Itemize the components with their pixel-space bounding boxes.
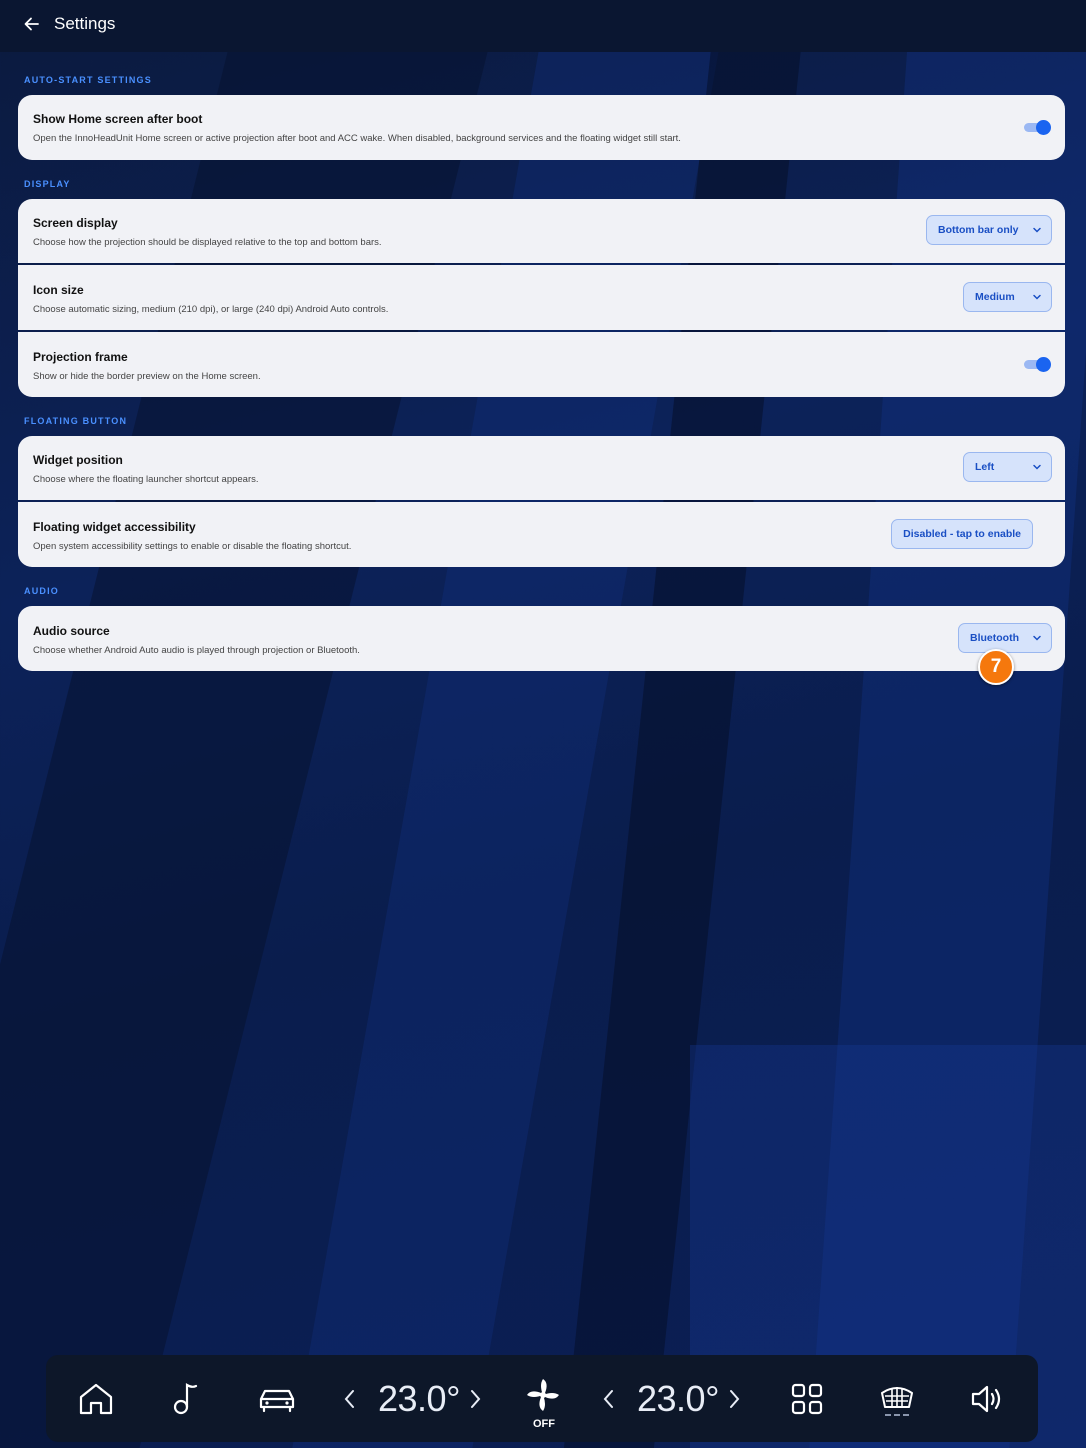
bottom-dock: 23.0° OFF 23.0° xyxy=(46,1355,1038,1442)
dropdown-value: Bluetooth xyxy=(970,632,1019,644)
apps-grid-icon[interactable] xyxy=(787,1379,827,1419)
driver-temperature: 23.0° xyxy=(378,1378,460,1419)
projection-frame-toggle[interactable] xyxy=(1024,357,1051,372)
display-group: Screen display Choose how the projection… xyxy=(18,199,1065,397)
audio-source-dropdown[interactable]: Bluetooth xyxy=(958,623,1052,653)
section-title-floating-button: FLOATING BUTTON xyxy=(24,416,128,426)
toggle-knob xyxy=(1036,357,1051,372)
setting-description: Choose automatic sizing, medium (210 dpi… xyxy=(33,304,389,315)
setting-description: Choose where the floating launcher short… xyxy=(33,474,259,485)
setting-title: Widget position xyxy=(33,453,123,467)
show-home-toggle[interactable] xyxy=(1024,120,1051,135)
floating-button-group: Widget position Choose where the floatin… xyxy=(18,436,1065,567)
audio-source-setting-row[interactable]: Audio source Choose whether Android Auto… xyxy=(18,606,1065,671)
chevron-right-icon[interactable] xyxy=(468,1388,482,1410)
setting-title: Projection frame xyxy=(33,350,128,364)
dropdown-value: Medium xyxy=(975,291,1015,303)
step-number-badge: 7 xyxy=(978,649,1014,685)
setting-title: Floating widget accessibility xyxy=(33,520,196,534)
setting-description: Choose whether Android Auto audio is pla… xyxy=(33,645,360,656)
setting-description: Open system accessibility settings to en… xyxy=(33,541,352,552)
enable-accessibility-button[interactable]: Disabled - tap to enable xyxy=(891,519,1033,549)
dropdown-value: Left xyxy=(975,461,995,473)
audio-group: Audio source Choose whether Android Auto… xyxy=(18,606,1065,671)
car-icon[interactable] xyxy=(257,1379,297,1419)
section-title-display: DISPLAY xyxy=(24,179,71,189)
widget-position-dropdown[interactable]: Left xyxy=(963,452,1052,482)
chevron-left-icon[interactable] xyxy=(602,1388,616,1410)
auto-start-group: Show Home screen after boot Open the Inn… xyxy=(18,95,1065,160)
chevron-down-icon xyxy=(1033,227,1041,233)
setting-title: Show Home screen after boot xyxy=(33,112,203,126)
fan-icon[interactable] xyxy=(523,1375,563,1415)
icon-size-dropdown[interactable]: Medium xyxy=(963,282,1052,312)
widget-position-setting-row[interactable]: Widget position Choose where the floatin… xyxy=(18,436,1065,500)
rear-defrost-icon[interactable] xyxy=(877,1379,917,1419)
floating-accessibility-setting-row[interactable]: Floating widget accessibility Open syste… xyxy=(18,502,1065,567)
setting-title: Icon size xyxy=(33,283,84,297)
section-title-auto-start: AUTO-START SETTINGS xyxy=(24,75,152,85)
icon-size-setting-row[interactable]: Icon size Choose automatic sizing, mediu… xyxy=(18,265,1065,330)
page-title: Settings xyxy=(54,14,116,33)
chevron-down-icon xyxy=(1033,635,1041,641)
top-app-bar: Settings xyxy=(0,0,1086,52)
music-icon[interactable] xyxy=(166,1379,206,1419)
setting-title: Screen display xyxy=(33,216,118,230)
chevron-left-icon[interactable] xyxy=(343,1388,357,1410)
dropdown-value: Bottom bar only xyxy=(938,224,1019,236)
toggle-knob xyxy=(1036,120,1051,135)
section-title-audio: AUDIO xyxy=(24,586,59,596)
setting-description: Choose how the projection should be disp… xyxy=(33,237,382,248)
chevron-right-icon[interactable] xyxy=(727,1388,741,1410)
chevron-down-icon xyxy=(1033,464,1041,470)
chevron-down-icon xyxy=(1033,294,1041,300)
back-arrow-icon[interactable] xyxy=(22,14,42,34)
home-icon[interactable] xyxy=(76,1379,116,1419)
passenger-temperature: 23.0° xyxy=(637,1378,719,1419)
show-home-setting-row[interactable]: Show Home screen after boot Open the Inn… xyxy=(18,95,1065,160)
setting-description: Open the InnoHeadUnit Home screen or act… xyxy=(33,133,681,144)
volume-icon[interactable] xyxy=(967,1379,1007,1419)
fan-status-label: OFF xyxy=(533,1418,555,1430)
setting-title: Audio source xyxy=(33,624,110,638)
setting-description: Show or hide the border preview on the H… xyxy=(33,371,261,382)
screen-display-setting-row[interactable]: Screen display Choose how the projection… xyxy=(18,199,1065,263)
screen-display-dropdown[interactable]: Bottom bar only xyxy=(926,215,1052,245)
projection-frame-setting-row[interactable]: Projection frame Show or hide the border… xyxy=(18,332,1065,397)
